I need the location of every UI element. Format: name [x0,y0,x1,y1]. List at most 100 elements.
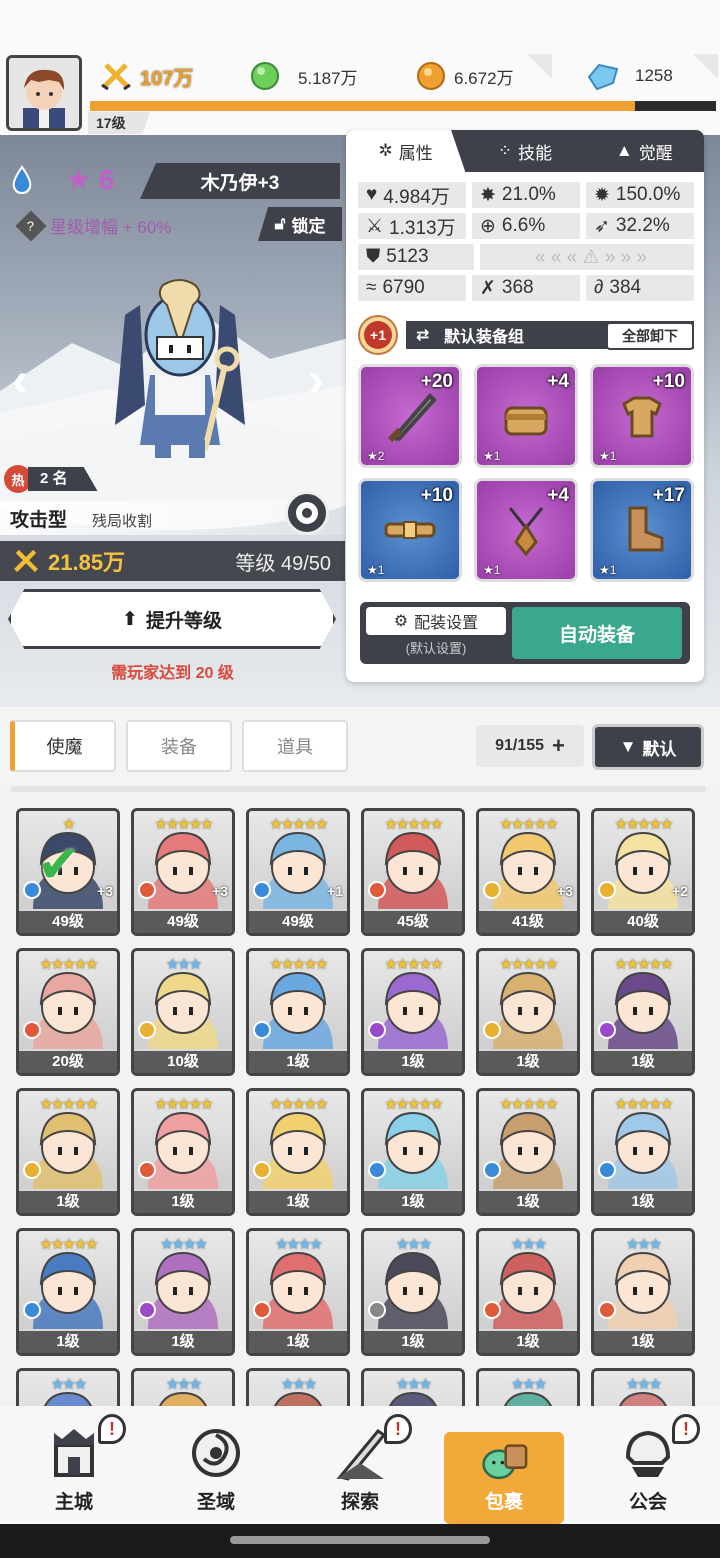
familiar-card[interactable]: ★★★★★ 1级 [476,1088,580,1216]
familiar-card[interactable]: ★★★★★ 1级 [361,948,465,1076]
familiar-card[interactable]: ★★★★★ 1级 [361,1088,465,1216]
familiar-card[interactable]: ★★★★★ 1级 [246,948,350,1076]
familiar-card[interactable]: ★★★★★ +2 40级 [591,808,695,936]
enhance-level: +4 [547,485,569,506]
familiar-card[interactable]: ★★★ 1级 [361,1228,465,1356]
familiar-level: 1级 [134,1191,232,1213]
familiar-card[interactable]: ★★★ [131,1368,235,1408]
familiar-card[interactable]: ★★★ [361,1368,465,1408]
item-star: ★2 [367,449,385,463]
familiar-card[interactable]: ★★★★★ +3 49级 [131,808,235,936]
familiar-level: 1级 [134,1331,232,1353]
config-label: 配装设置 [414,615,479,632]
familiar-card[interactable]: ★★★★★ +1 49级 [246,808,350,936]
stat-value: 1.313万 [389,217,456,239]
familiar-card[interactable]: ★★★★ 1级 [246,1228,350,1356]
enhance-level: +20 [420,371,453,392]
familiar-card[interactable]: ★★★★★ 45级 [361,808,465,936]
familiar-stars: ★★★★★ [614,956,673,973]
add-gold-button[interactable] [526,54,552,80]
familiar-card[interactable]: ★★★★ 1级 [131,1228,235,1356]
gem-icon [587,63,619,91]
resist-icon: ✗ [480,277,496,299]
nav-sanctuary[interactable]: 圣域 [156,1406,276,1524]
sword-icon [387,393,437,443]
enhance-level: +10 [652,371,685,392]
stat-s1: ✗ 368 [472,275,580,301]
familiar-card[interactable]: ★★★ [246,1368,350,1408]
nav-home[interactable]: 主城 [14,1406,134,1524]
familiar-card[interactable]: ★★★ [591,1368,695,1408]
enhance-level: +10 [420,485,453,506]
familiar-card[interactable]: ★★★★★ 1级 [16,1228,120,1356]
enhance-level: +17 [652,485,685,506]
equip-slot-sword[interactable]: +20 ★2 [358,364,462,468]
sun-icon: ✹ [594,184,610,206]
familiar-card[interactable]: ★★★ [476,1368,580,1408]
lock-button[interactable]: 🔓︎ 锁定 [258,207,342,241]
familiar-card[interactable]: ★ +3 ✔ 49级 [16,808,120,936]
familiar-card[interactable]: ★★★ 1级 [476,1228,580,1356]
familiar-stars: ★ [62,816,75,833]
add-gem-button[interactable] [692,54,718,80]
equip-slot-armor[interactable]: +10 ★1 [590,364,694,468]
tab-familiars[interactable]: 使魔 [10,720,116,772]
familiar-stars: ★★★★★ [384,956,443,973]
hero-character[interactable] [95,275,265,465]
nav-guild[interactable]: 公会 [588,1406,708,1524]
familiar-card[interactable]: ★★★★★ 1级 [131,1088,235,1216]
familiar-card[interactable]: ★★★★★ 1级 [591,1088,695,1216]
familiar-level: 1级 [479,1051,577,1073]
familiar-card[interactable]: ★★★★★ 1级 [591,948,695,1076]
stat-value: 384 [609,277,642,298]
player-avatar[interactable] [6,55,82,131]
familiar-card[interactable]: ★★★★★ 1级 [476,948,580,1076]
star-bonus[interactable]: ? 星级增幅 + 60% [15,209,171,242]
tab-skills[interactable]: ⁘ 技能 [465,130,584,172]
tab-awaken[interactable]: ▲ 觉醒 [585,130,704,172]
next-hero-arrow[interactable]: › [308,353,324,408]
boots-icon [628,506,664,552]
familiar-card[interactable]: ★★★★★ 20级 [16,948,120,1076]
equip-slot-necklace[interactable]: +4 ★1 [474,478,578,582]
familiar-grid: ★ +3 ✔ 49级 ★★★★★ +3 49级 ★★★★★ +1 49级 ★★★★★ 45级 ★★★★★… [16,808,704,1408]
attack-icon: ⚔ [366,215,384,237]
tab-equipment[interactable]: 装备 [126,720,232,772]
equip-slot-helmet[interactable]: +4 ★1 [474,364,578,468]
sort-label: 默认 [642,739,677,759]
nav-explore[interactable]: 探索 [300,1406,420,1524]
belt-icon [384,521,436,539]
familiar-card[interactable]: ★★★ 1级 [591,1228,695,1356]
stat-def: ⛊ 5123 [358,244,475,270]
equip-slot-boots[interactable]: +17 ★1 [590,478,694,582]
gear-icon: ✲ [378,141,393,160]
fire-element-icon [138,881,156,899]
unequip-all-button[interactable]: 全部卸下 [606,322,694,350]
stat-speed: ≈6790 [358,275,466,301]
familiar-plus: +3 [97,883,113,899]
camera-button[interactable] [285,491,329,535]
speed-icon: ≈ [366,277,377,298]
familiar-card[interactable]: ★★★ [16,1368,120,1408]
enhance-badge[interactable]: +1 [358,315,398,355]
sort-button[interactable]: ▼ 默认 [592,724,704,770]
familiar-card[interactable]: ★★★ 10级 [131,948,235,1076]
tab-attributes[interactable]: ✲ 属性 [346,130,466,172]
familiar-stars: ★★★★★ [499,816,558,833]
help-icon[interactable]: ? [15,209,47,242]
capacity-count[interactable]: 91/155 + [476,725,584,767]
familiar-card[interactable]: ★★★★★ 1级 [16,1088,120,1216]
locked-stat[interactable]: « « « ⚠ » » » [480,244,694,270]
config-settings-button[interactable]: ⚙ 配装设置 [366,607,506,635]
familiar-card[interactable]: ★★★★★ 1级 [246,1088,350,1216]
nav-bag[interactable]: 包裹 [444,1432,564,1524]
familiar-card[interactable]: ★★★★★ +3 41级 [476,808,580,936]
upgrade-level-button[interactable]: ⬆ 提升等级 [8,589,336,649]
prev-hero-arrow[interactable]: ‹ [12,353,28,408]
badge-text: +1 [364,321,392,349]
tab-items[interactable]: 道具 [242,720,348,772]
green-orb-icon [251,62,279,90]
familiar-stars: ★★★ [165,1376,202,1393]
equip-slot-belt[interactable]: +10 ★1 [358,478,462,582]
auto-equip-button[interactable]: 自动装备 [512,607,682,659]
